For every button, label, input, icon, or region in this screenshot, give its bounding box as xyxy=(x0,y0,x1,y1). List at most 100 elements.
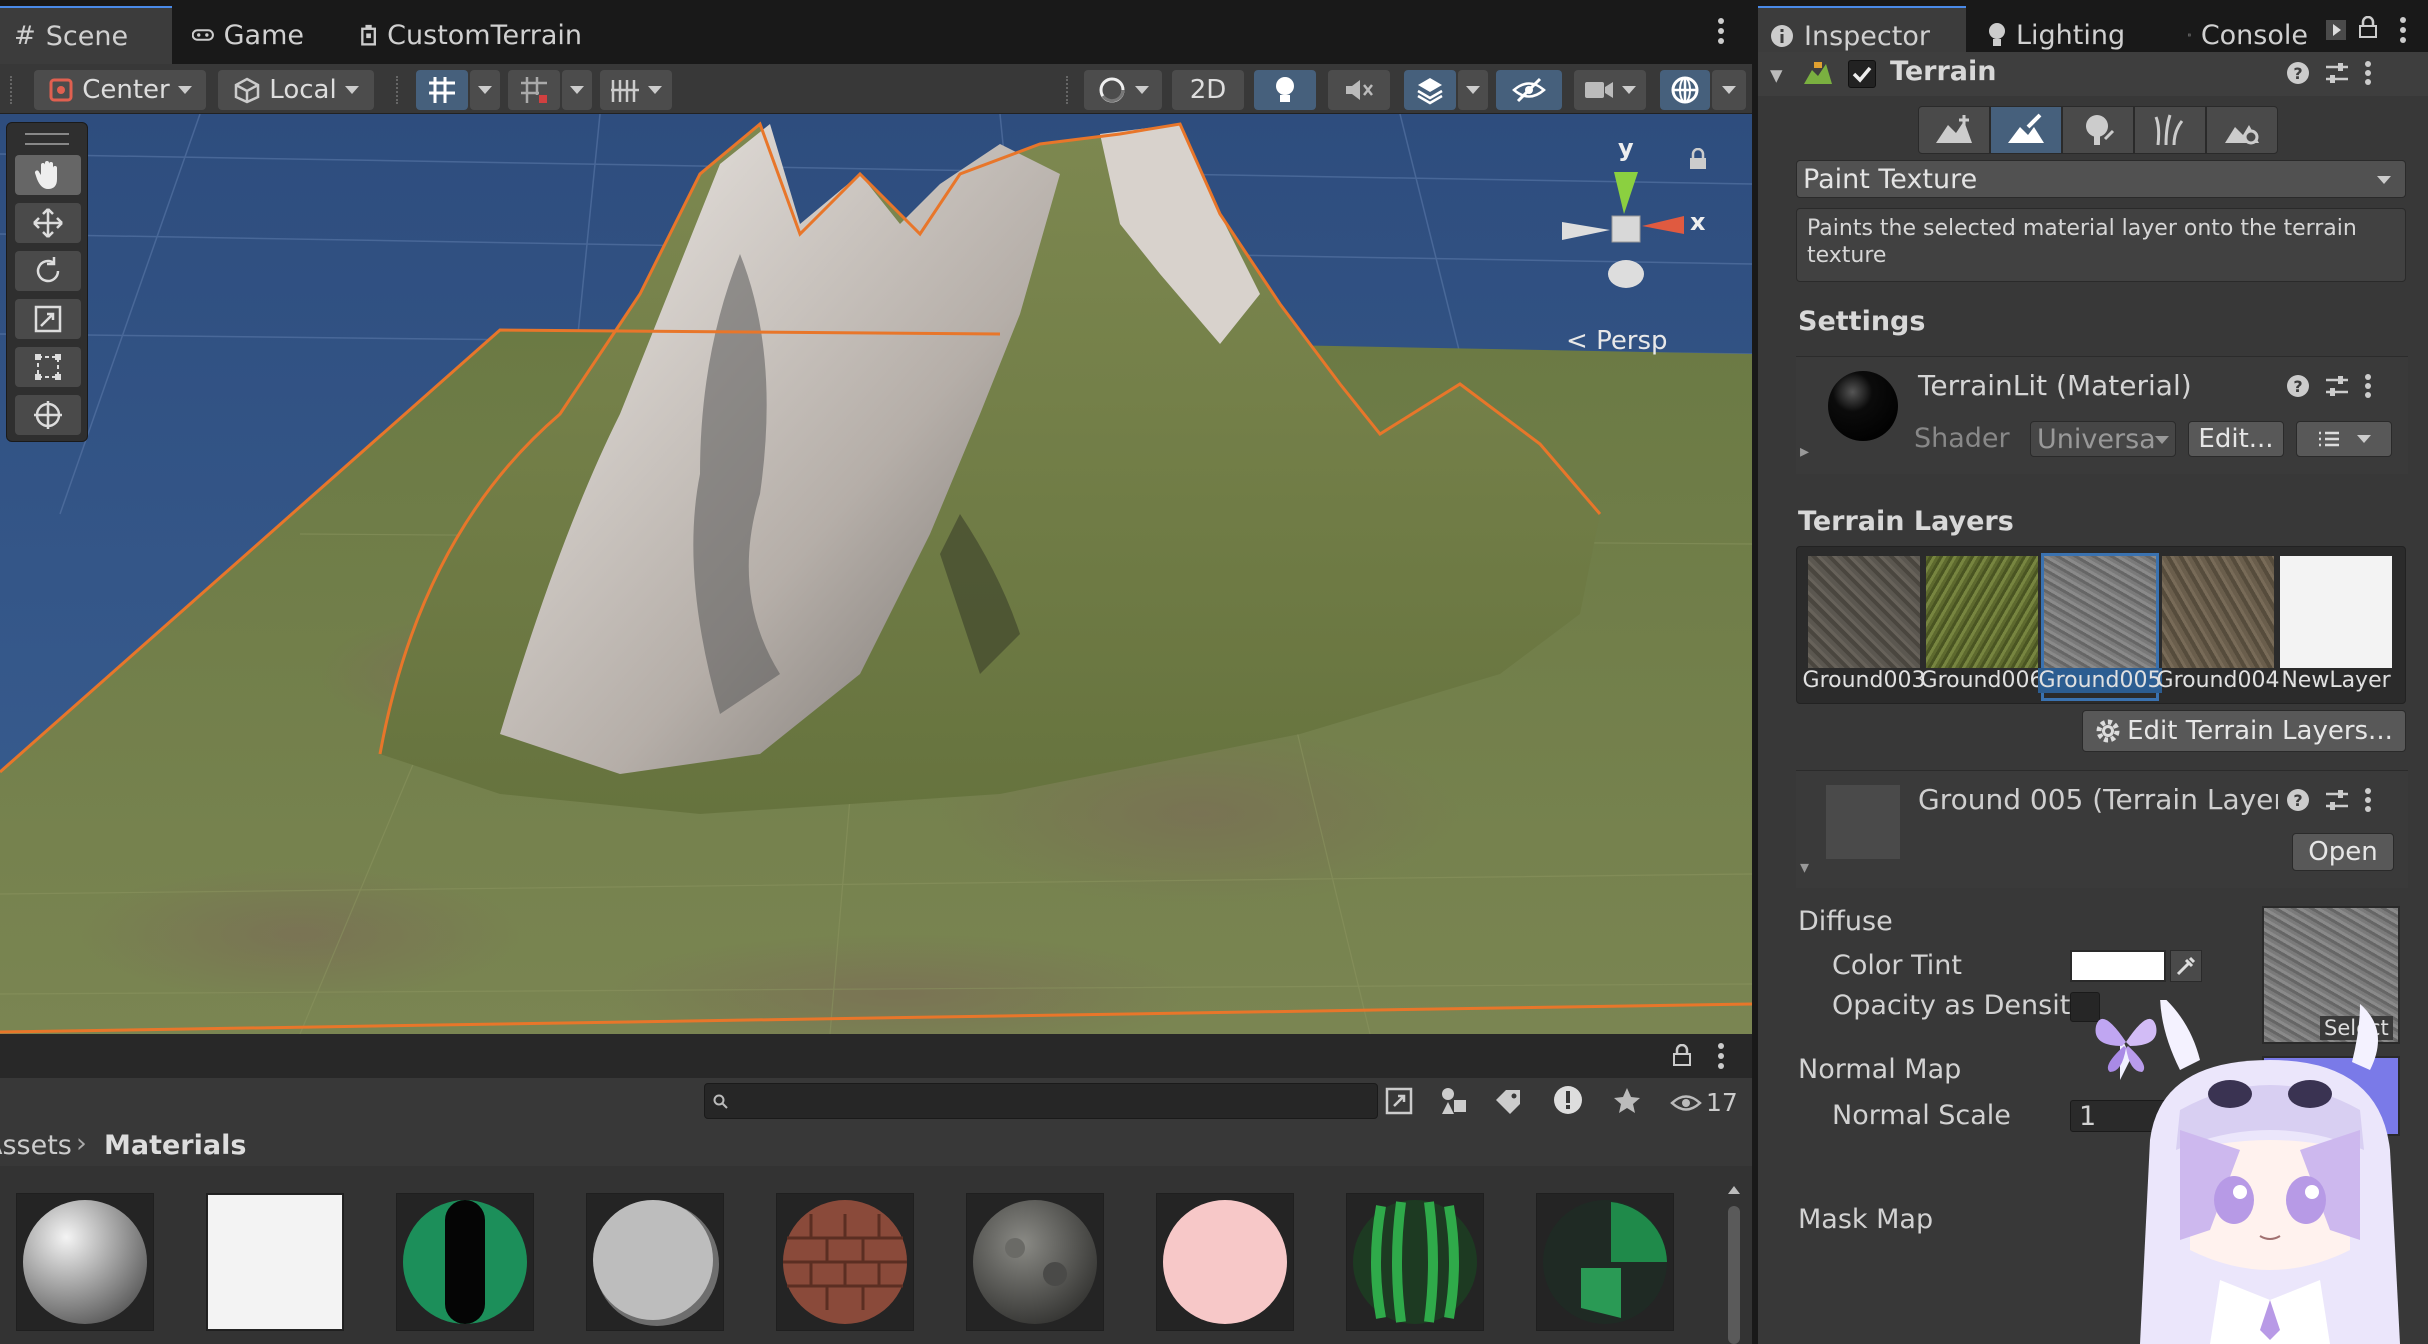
mute-icon xyxy=(1346,80,1373,100)
open-layer-button[interactable]: Open xyxy=(2292,833,2394,871)
filter-by-label-icon[interactable] xyxy=(1494,1088,1524,1116)
help-icon[interactable]: ? xyxy=(2286,374,2310,398)
hidden-packages-toggle[interactable]: 17 xyxy=(1670,1088,1738,1117)
rotate-icon xyxy=(36,257,60,283)
magnet-grid-icon xyxy=(521,77,547,103)
paint-details-button[interactable] xyxy=(2134,106,2206,154)
material-block: ▸ TerrainLit (Material) ? Shader Univers… xyxy=(1796,356,2408,474)
material-asset[interactable] xyxy=(1156,1193,1294,1331)
help-icon[interactable]: ? xyxy=(2286,61,2310,85)
material-asset[interactable] xyxy=(1346,1193,1484,1331)
gizmos-toggle[interactable] xyxy=(1660,70,1710,110)
kebab-menu-icon[interactable] xyxy=(2364,373,2372,399)
tab-scene[interactable]: # Scene xyxy=(0,6,172,64)
terrain-layer-tile-selected[interactable]: Ground005 xyxy=(2038,553,2162,701)
overlay-grip-icon[interactable] xyxy=(25,133,69,145)
shader-dropdown[interactable]: Universa xyxy=(2030,421,2176,457)
shader-options-dropdown[interactable] xyxy=(2296,421,2392,457)
tab-overflow-icon[interactable] xyxy=(2326,20,2346,40)
color-tint-label: Color Tint xyxy=(1832,950,1962,981)
material-asset[interactable] xyxy=(586,1193,724,1331)
eyedropper-button[interactable] xyxy=(2170,950,2202,982)
scene-lighting-toggle[interactable] xyxy=(1254,70,1316,110)
project-search-input[interactable] xyxy=(704,1083,1378,1119)
foldout-triangle-icon[interactable]: ▾ xyxy=(1800,857,1809,878)
filter-by-type-icon[interactable] xyxy=(1438,1086,1468,1116)
lock-icon[interactable] xyxy=(2358,16,2378,38)
kebab-menu-icon[interactable] xyxy=(2364,60,2372,86)
scene-viewport[interactable] xyxy=(0,114,1752,1034)
increment-snap-dropdown[interactable] xyxy=(562,70,592,110)
edit-shader-button[interactable]: Edit... xyxy=(2188,421,2284,457)
lock-icon[interactable] xyxy=(1688,148,1708,170)
favorite-star-icon[interactable] xyxy=(1612,1086,1642,1116)
component-enabled-checkbox[interactable] xyxy=(1848,60,1876,88)
asset-grid-scrollbar[interactable] xyxy=(1724,1176,1744,1344)
material-asset[interactable] xyxy=(776,1193,914,1331)
paint-tool-dropdown[interactable]: Paint Texture xyxy=(1796,160,2406,198)
diffuse-label: Diffuse xyxy=(1798,906,1893,937)
foldout-triangle-icon[interactable]: ▸ xyxy=(1800,441,1809,462)
collapse-triangle-icon[interactable]: ▾ xyxy=(1770,60,1783,89)
terrain-component-header[interactable]: ▾ Terrain ? xyxy=(1758,52,2428,96)
grid-snap-dropdown[interactable] xyxy=(470,70,500,110)
effects-toggle[interactable] xyxy=(1404,70,1456,110)
move-tool-button[interactable] xyxy=(15,203,81,243)
kebab-menu-icon[interactable] xyxy=(1716,1042,1726,1070)
terrain-layer-tile[interactable]: Ground006 xyxy=(1921,556,2043,698)
kebab-menu-icon[interactable] xyxy=(2364,787,2372,813)
material-asset[interactable] xyxy=(396,1193,534,1331)
preset-sliders-icon[interactable] xyxy=(2324,374,2350,398)
help-icon[interactable]: ? xyxy=(2286,788,2310,812)
material-asset[interactable] xyxy=(206,1193,344,1331)
color-tint-swatch[interactable] xyxy=(2070,950,2166,982)
paint-trees-button[interactable] xyxy=(2062,106,2134,154)
tab-game[interactable]: Game xyxy=(178,6,318,64)
material-asset[interactable] xyxy=(966,1193,1104,1331)
preset-sliders-icon[interactable] xyxy=(2324,61,2350,85)
pivot-rotation-dropdown[interactable]: Local xyxy=(218,70,374,110)
terrain-gear-icon xyxy=(2225,125,2259,145)
kebab-menu-icon[interactable] xyxy=(2398,16,2408,44)
gizmo-x-label: x xyxy=(1690,208,1706,236)
breadcrumb-assets[interactable]: Assets xyxy=(0,1130,72,1161)
rotate-tool-button[interactable] xyxy=(15,251,81,291)
effects-dropdown[interactable] xyxy=(1458,70,1488,110)
kebab-menu-icon[interactable] xyxy=(1716,16,1726,46)
gizmos-dropdown[interactable] xyxy=(1712,70,1746,110)
projection-toggle[interactable]: < Persp xyxy=(1566,326,1668,356)
terrain-layer-tile[interactable]: NewLayer xyxy=(2280,556,2392,698)
scene-visibility-toggle[interactable] xyxy=(1496,70,1562,110)
shading-sphere-icon xyxy=(1099,77,1125,103)
toggle-2d-button[interactable]: 2D xyxy=(1172,70,1244,110)
rect-tool-button[interactable] xyxy=(15,347,81,387)
terrain-layer-tile[interactable]: Ground003 xyxy=(1803,556,1925,698)
preset-sliders-icon[interactable] xyxy=(2324,788,2350,812)
create-neighbor-terrains-button[interactable] xyxy=(1918,106,1990,154)
svg-text:?: ? xyxy=(2293,64,2302,83)
search-scope-icon[interactable] xyxy=(1384,1086,1414,1116)
lock-icon[interactable] xyxy=(1672,1044,1692,1066)
orientation-gizmo[interactable]: y x xyxy=(1550,128,1710,298)
shading-mode-dropdown[interactable] xyxy=(1084,70,1162,110)
breadcrumb-materials[interactable]: Materials xyxy=(104,1130,246,1161)
terrain-settings-button[interactable] xyxy=(2206,106,2278,154)
increment-snap-button[interactable] xyxy=(508,70,560,110)
scale-tool-button[interactable] xyxy=(15,299,81,339)
edit-terrain-layers-button[interactable]: Edit Terrain Layers... xyxy=(2082,710,2406,752)
pivot-mode-dropdown[interactable]: Center xyxy=(34,70,206,110)
hand-tool-button[interactable] xyxy=(15,155,81,195)
camera-settings-dropdown[interactable] xyxy=(1574,70,1646,110)
scene-tools-overlay xyxy=(6,122,88,442)
terrain-layer-tile[interactable]: Ground004 xyxy=(2157,556,2279,698)
material-asset[interactable] xyxy=(1536,1193,1674,1331)
material-asset[interactable] xyxy=(16,1193,154,1331)
grid-visibility-dropdown[interactable] xyxy=(600,70,672,110)
warning-filter-icon[interactable] xyxy=(1552,1084,1584,1116)
tab-custom-terrain[interactable]: CustomTerrain xyxy=(346,6,596,64)
transform-tool-button[interactable] xyxy=(15,395,81,435)
audio-toggle[interactable] xyxy=(1328,70,1390,110)
toolbar-separator xyxy=(1066,76,1069,104)
grid-snap-button[interactable] xyxy=(416,70,468,110)
paint-terrain-button[interactable] xyxy=(1990,106,2062,154)
